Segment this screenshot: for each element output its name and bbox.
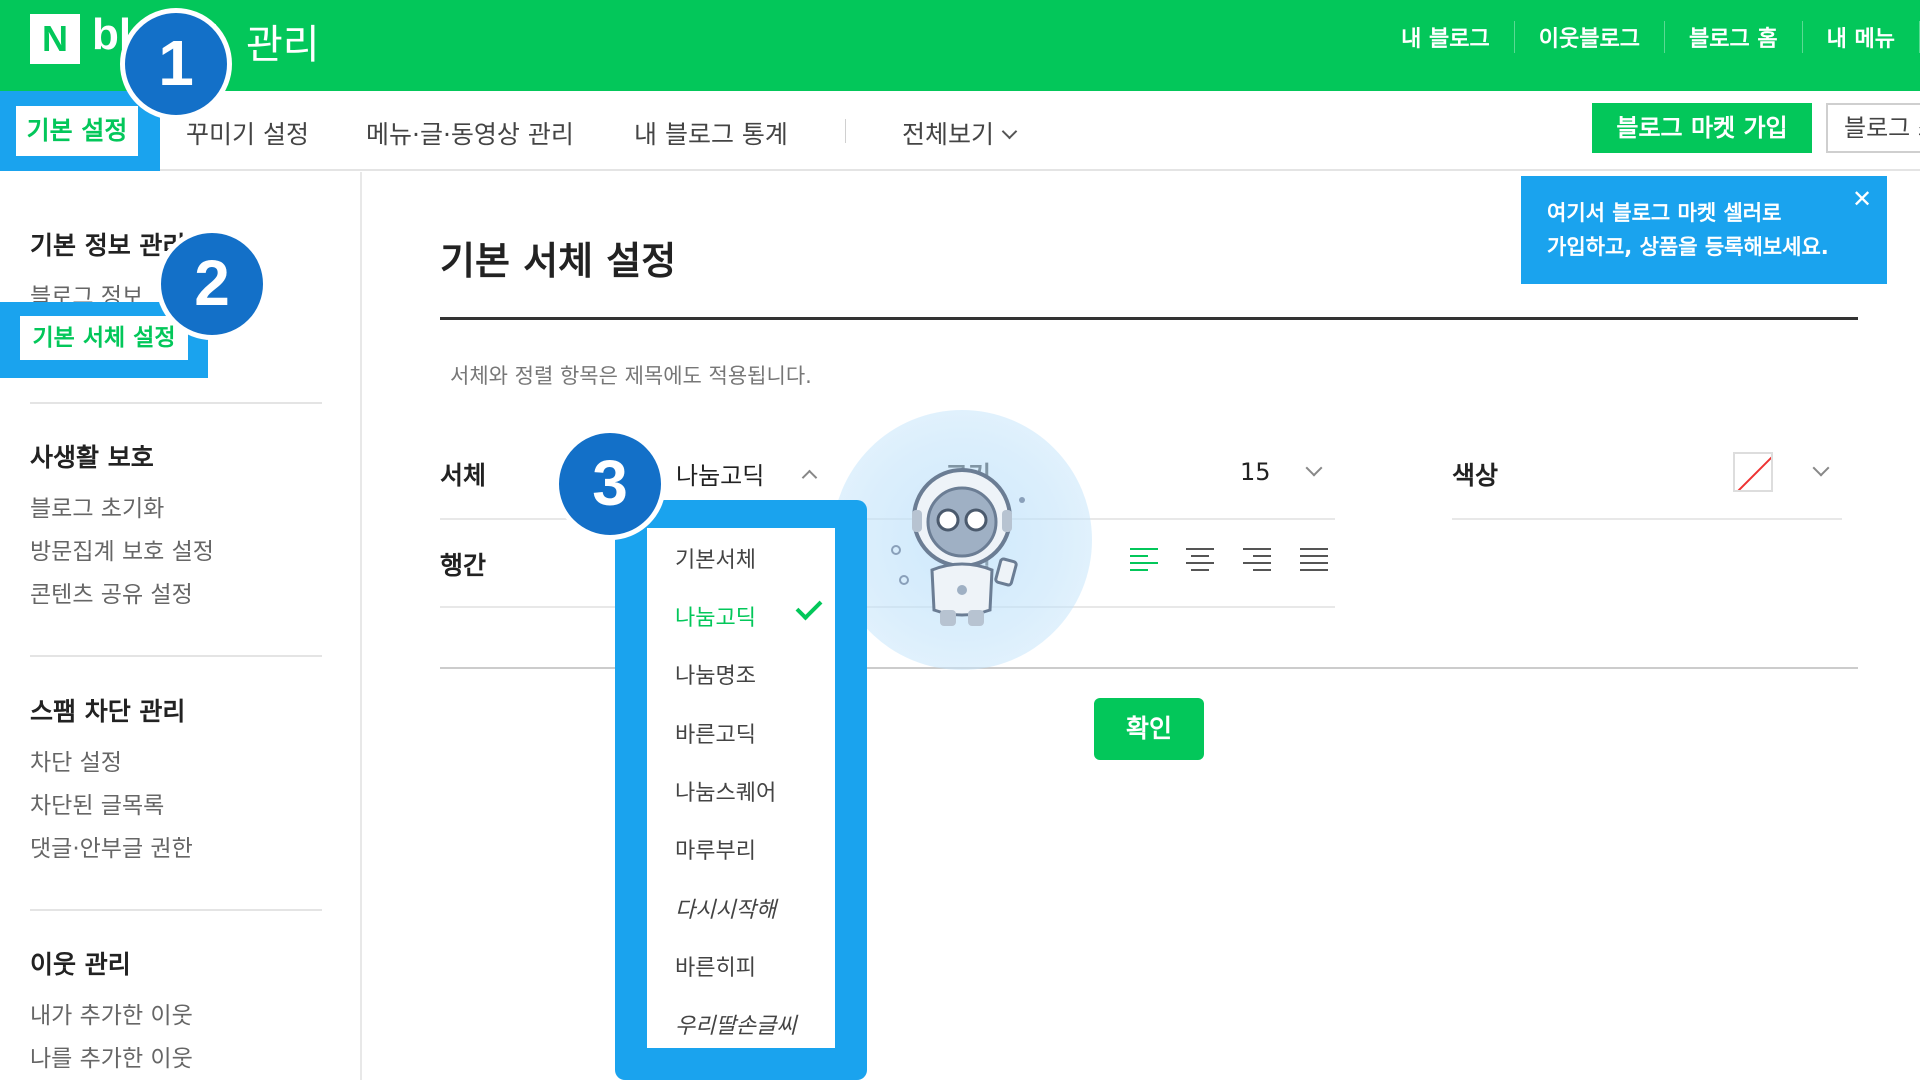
- font-select[interactable]: 나눔고딕: [676, 456, 818, 491]
- sidebar-divider: [30, 909, 322, 911]
- check-icon: [795, 593, 823, 621]
- nav-neighbor-blog[interactable]: 이웃블로그: [1515, 21, 1665, 53]
- chevron-down-icon[interactable]: [1305, 459, 1323, 477]
- tab-basic-settings[interactable]: 기본 설정: [16, 106, 138, 156]
- sidebar-item-default-font[interactable]: 기본 서체 설정: [20, 316, 188, 360]
- sidebar-item-content-share[interactable]: 콘텐츠 공유 설정: [30, 574, 214, 617]
- font-select-value: 나눔고딕: [676, 462, 765, 490]
- step-badge-3: 3: [554, 428, 666, 540]
- no-color-icon: [1737, 456, 1771, 490]
- sidebar-heading: 이웃 관리: [30, 950, 131, 979]
- tab-decoration-settings[interactable]: 꾸미기 설정: [186, 115, 309, 151]
- font-option-default[interactable]: 기본서체: [675, 542, 756, 574]
- step-badge-2: 2: [156, 228, 268, 340]
- blog-market-join-button[interactable]: 블로그 마켓 가입: [1592, 103, 1812, 153]
- sidebar-divider: [30, 402, 322, 404]
- font-option-nanum-myeongjo[interactable]: 나눔명조: [675, 658, 756, 690]
- sidebar-divider: [30, 655, 322, 657]
- sidebar-heading: 스팸 차단 관리: [30, 697, 186, 726]
- title-divider: [440, 317, 1858, 320]
- sidebar-group-neighbors: 이웃 관리 내가 추가한 이웃 나를 추가한 이웃: [30, 945, 193, 1081]
- font-option-bareun-gothic[interactable]: 바른고딕: [675, 717, 756, 749]
- row-divider: [1452, 518, 1842, 520]
- page-title: 기본 서체 설정: [440, 239, 677, 283]
- chevron-down-icon: [1001, 123, 1018, 140]
- font-label: 서체: [440, 461, 487, 490]
- font-option-bareun-hippie[interactable]: 바른히피: [675, 950, 756, 982]
- sidebar-item-block-settings[interactable]: 차단 설정: [30, 742, 193, 785]
- sidebar-group-spam: 스팸 차단 관리 차단 설정 차단된 글목록 댓글·안부글 권한: [30, 692, 193, 871]
- nav-my-menu[interactable]: 내 메뉴: [1803, 21, 1920, 53]
- sidebar-item-reset[interactable]: 블로그 초기화: [30, 488, 214, 531]
- tooltip-line-2: 가입하고, 상품을 등록해보세요.: [1547, 235, 1829, 259]
- tab-divider: [845, 119, 846, 143]
- font-option-nanum-gothic[interactable]: 나눔고딕: [675, 600, 756, 632]
- chevron-down-icon[interactable]: [1812, 459, 1830, 477]
- tooltip-line-1: 여기서 블로그 마켓 셀러로: [1547, 201, 1782, 225]
- settings-tabs: 기본 설정 꾸미기 설정 메뉴·글·동영상 관리 내 블로그 통계 전체보기 블…: [0, 91, 1920, 171]
- font-dropdown-list: 기본서체 나눔고딕 나눔명조 바른고딕 나눔스퀘어 마루부리 다시시작해 바른히…: [647, 528, 835, 1048]
- blog-write-button[interactable]: 블로그 쓰기: [1826, 103, 1920, 153]
- top-header: N blog 관리 내 블로그 이웃블로그 블로그 홈 내 메뉴: [0, 0, 1920, 91]
- close-icon[interactable]: ✕: [1851, 187, 1873, 211]
- align-left-icon[interactable]: [1130, 548, 1158, 578]
- font-option-uri-ttal[interactable]: 우리딸손글씨: [675, 1008, 796, 1040]
- nav-blog-home[interactable]: 블로그 홈: [1665, 21, 1803, 53]
- top-nav: 내 블로그 이웃블로그 블로그 홈 내 메뉴: [1377, 0, 1920, 74]
- tab-view-all-label: 전체보기: [902, 120, 995, 149]
- step-badge-1: 1: [120, 8, 232, 120]
- align-center-icon[interactable]: [1186, 548, 1214, 578]
- tab-view-all[interactable]: 전체보기: [902, 115, 1018, 151]
- sidebar-item-blocked-posts[interactable]: 차단된 글목록: [30, 785, 193, 828]
- astronaut-mascot-icon: [891, 468, 1025, 626]
- sidebar-group-privacy: 사생활 보호 블로그 초기화 방문집계 보호 설정 콘텐츠 공유 설정: [30, 438, 214, 617]
- color-swatch[interactable]: [1733, 452, 1773, 492]
- font-option-dasi-sijakhae[interactable]: 다시시작해: [675, 892, 776, 924]
- align-justify-icon[interactable]: [1300, 548, 1328, 578]
- sidebar-heading: 사생활 보호: [30, 443, 154, 472]
- sidebar-item-visit-protection[interactable]: 방문집계 보호 설정: [30, 531, 214, 574]
- confirm-button[interactable]: 확인: [1094, 698, 1204, 760]
- sidebar-item-followers[interactable]: 나를 추가한 이웃: [30, 1038, 193, 1081]
- align-right-icon[interactable]: [1243, 548, 1271, 578]
- tab-menu-post-video[interactable]: 메뉴·글·동영상 관리: [366, 115, 574, 151]
- chevron-up-icon: [802, 469, 818, 486]
- market-tooltip: 여기서 블로그 마켓 셀러로 가입하고, 상품을 등록해보세요. ✕: [1521, 176, 1887, 284]
- nav-my-blog[interactable]: 내 블로그: [1377, 21, 1515, 53]
- font-option-maru-buri[interactable]: 마루부리: [675, 833, 756, 865]
- font-notice-text: 서체와 정렬 항목은 제목에도 적용됩니다.: [450, 364, 812, 388]
- sidebar-item-added-neighbors[interactable]: 내가 추가한 이웃: [30, 995, 193, 1038]
- tab-blog-statistics[interactable]: 내 블로그 통계: [634, 115, 788, 151]
- color-label: 색상: [1452, 461, 1499, 490]
- font-option-nanum-square[interactable]: 나눔스퀘어: [675, 775, 776, 807]
- sidebar-item-comment-permission[interactable]: 댓글·안부글 권한: [30, 828, 193, 871]
- line-height-label: 행간: [440, 551, 487, 580]
- page-section-title: 관리: [246, 22, 320, 68]
- naver-logo-icon[interactable]: N: [30, 14, 80, 64]
- size-select[interactable]: 15: [1240, 458, 1271, 486]
